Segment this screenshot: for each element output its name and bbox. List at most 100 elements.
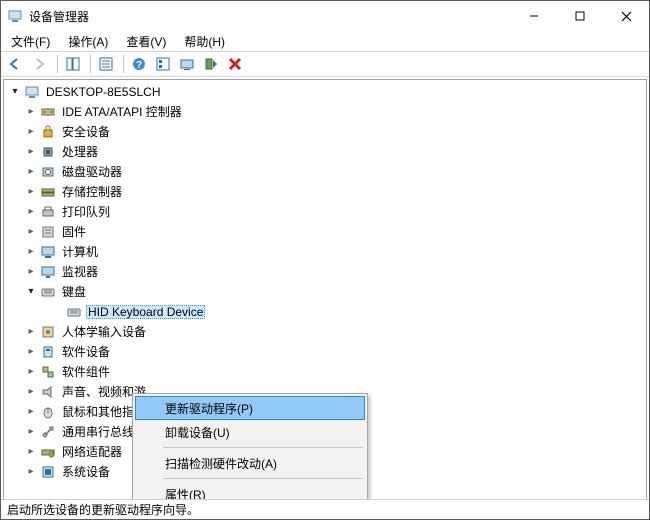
chevron-right-icon[interactable]: ▸ [24,165,38,179]
ctx-properties[interactable]: 属性(R) [135,482,365,499]
tree-node[interactable]: ▸ IDE ATA/ATAPI 控制器 [24,102,646,122]
menu-action[interactable]: 操作(A) [62,32,114,51]
ctx-properties-label: 属性(R) [165,486,206,500]
chevron-right-icon[interactable]: ▸ [24,325,38,339]
chevron-right-icon[interactable]: ▸ [24,145,38,159]
chevron-right-icon[interactable]: ▸ [24,105,38,119]
tree-node-label: 固件 [60,225,88,239]
chevron-right-icon[interactable]: ▸ [24,245,38,259]
minimize-button[interactable] [511,1,557,31]
ide-controller-icon [40,104,56,120]
chevron-down-icon[interactable]: ▾ [24,285,38,299]
menu-file[interactable]: 文件(F) [5,32,56,51]
software-component-icon [40,364,56,380]
tree-node-label: 监视器 [60,265,100,279]
chevron-right-icon[interactable]: ▸ [24,405,38,419]
tree-node[interactable]: ▸ 打印队列 [24,202,646,222]
chevron-right-icon[interactable]: ▸ [24,465,38,479]
properties-button[interactable] [95,53,117,75]
ctx-update-driver-label: 更新驱动程序(P) [165,400,253,417]
svg-text:?: ? [136,60,142,71]
root-computer-icon [24,84,40,100]
back-button[interactable] [5,53,27,75]
tree-node[interactable]: ▾ 键盘 [24,282,646,302]
mouse-icon [40,404,56,420]
keyboard-category-icon [40,284,56,300]
tree-node-label: 计算机 [60,245,100,259]
chevron-right-icon[interactable]: ▸ [24,365,38,379]
menubar: 文件(F) 操作(A) 查看(V) 帮助(H) [1,31,649,51]
tree-node-label: 磁盘驱动器 [60,165,124,179]
chevron-right-icon[interactable]: ▸ [24,445,38,459]
tree-node[interactable]: ▸ 计算机 [24,242,646,262]
tree-node[interactable]: ▸ 磁盘驱动器 [24,162,646,182]
sound-video-game-icon [40,384,56,400]
tree-node[interactable]: ▸ 监视器 [24,262,646,282]
tree-node-label: 软件设备 [60,345,112,359]
titlebar: 设备管理器 [1,1,649,31]
chevron-right-icon[interactable]: ▸ [24,345,38,359]
chevron-right-icon[interactable]: ▸ [24,425,38,439]
tree-node-label: 键盘 [60,285,88,299]
monitor-device-icon [40,264,56,280]
security-device-icon [40,124,56,140]
menu-help[interactable]: 帮助(H) [178,32,231,51]
window-title: 设备管理器 [29,8,89,25]
tree-node-label: 存储控制器 [60,185,124,199]
tree-root-label: DESKTOP-8E5SLCH [44,85,163,99]
software-device-icon [40,344,56,360]
chevron-right-icon[interactable]: ▸ [24,385,38,399]
close-button[interactable] [603,1,649,31]
tree-node-label: 安全设备 [60,125,112,139]
hid-icon [40,324,56,340]
ctx-scan-hardware-label: 扫描检测硬件改动(A) [165,455,277,472]
tree-node-label: IDE ATA/ATAPI 控制器 [60,105,184,119]
help-button[interactable]: ? [128,53,150,75]
statusbar: 启动所选设备的更新驱动程序向导。 [1,499,649,519]
device-manager-window: 设备管理器 文件(F) 操作(A) 查看(V) 帮助(H) [0,0,650,520]
keyboard-device-icon [66,304,82,320]
chevron-down-icon[interactable]: ▾ [8,85,22,99]
tree-root[interactable]: ▾ DESKTOP-8E5SLCH [8,82,646,102]
ctx-update-driver[interactable]: 更新驱动程序(P) [135,396,365,420]
tree-node-label: 处理器 [60,145,100,159]
tree-node[interactable]: ▸ 软件设备 [24,342,646,362]
ctx-separator [163,478,363,479]
chevron-right-icon[interactable]: ▸ [24,225,38,239]
toolbar-separator [90,55,91,73]
tree-node-label: 系统设备 [60,465,112,479]
tree-node-label: 网络适配器 [60,445,124,459]
scan-hardware-button[interactable] [200,53,222,75]
disk-drive-icon [40,164,56,180]
tree-node[interactable]: ▸ 软件组件 [24,362,646,382]
cpu-icon [40,144,56,160]
system-device-icon [40,464,56,480]
device-tree[interactable]: ▾ DESKTOP-8E5SLCH ▸ IDE ATA/ATAPI 控制器 ▸ … [3,79,647,499]
toolbar-separator [57,55,58,73]
tree-node-selected[interactable]: HID Keyboard Device [50,302,646,322]
maximize-button[interactable] [557,1,603,31]
chevron-none [50,305,64,319]
tree-node[interactable]: ▸ 人体学输入设备 [24,322,646,342]
computer-icon [40,244,56,260]
chevron-right-icon[interactable]: ▸ [24,125,38,139]
network-adapter-icon [40,444,56,460]
forward-button[interactable] [29,53,51,75]
update-driver-button[interactable] [176,53,198,75]
chevron-right-icon[interactable]: ▸ [24,185,38,199]
console-tree-button[interactable] [152,53,174,75]
menu-view[interactable]: 查看(V) [120,32,172,51]
uninstall-device-button[interactable] [224,53,246,75]
chevron-right-icon[interactable]: ▸ [24,265,38,279]
toolbar: ? [1,51,649,77]
toolbar-separator [123,55,124,73]
tree-node[interactable]: ▸ 安全设备 [24,122,646,142]
tree-node[interactable]: ▸ 固件 [24,222,646,242]
firmware-icon [40,224,56,240]
tree-node[interactable]: ▸ 处理器 [24,142,646,162]
chevron-right-icon[interactable]: ▸ [24,205,38,219]
ctx-uninstall-device[interactable]: 卸载设备(U) [135,420,365,444]
show-hide-tree-button[interactable] [62,53,84,75]
ctx-scan-hardware[interactable]: 扫描检测硬件改动(A) [135,451,365,475]
tree-node[interactable]: ▸ 存储控制器 [24,182,646,202]
